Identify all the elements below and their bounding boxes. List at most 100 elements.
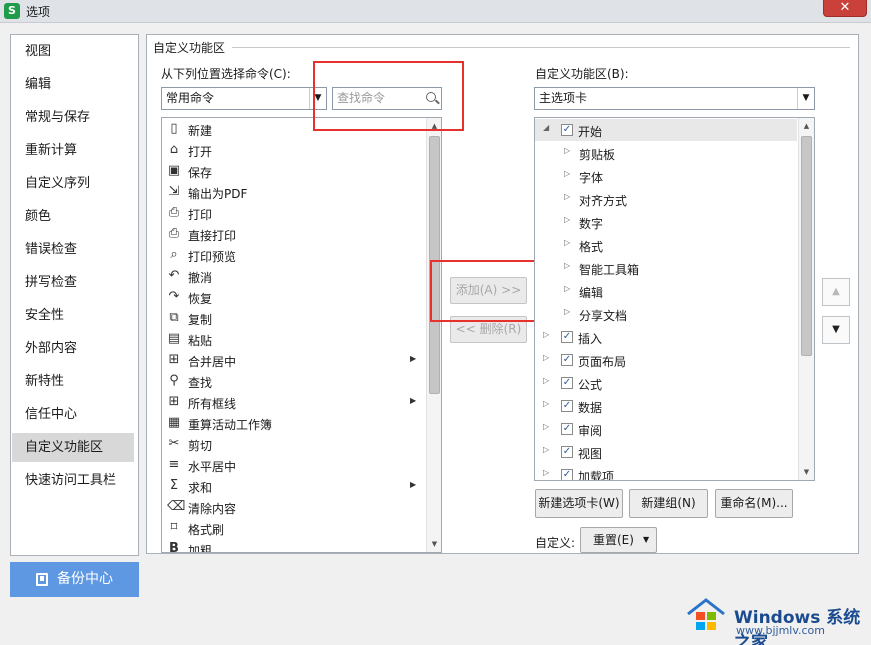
tab-checkbox[interactable]: ✓ (561, 400, 573, 412)
backup-center-label: 备份中心 (57, 571, 113, 587)
nav-item[interactable]: 常规与保存 (12, 103, 134, 132)
scroll-thumb[interactable] (801, 136, 812, 356)
expand-icon[interactable]: ▷ (564, 146, 570, 155)
ribbon-tab-node[interactable]: ▷ ✓ 插入 (535, 326, 797, 348)
expand-icon[interactable]: ▷ (564, 169, 570, 178)
ribbon-tab-node[interactable]: ▷ ✓ 页面布局 (535, 349, 797, 371)
command-item[interactable]: ▣ 保存 (162, 161, 424, 182)
expand-icon[interactable]: ▷ (543, 353, 549, 362)
command-label: 新建 (188, 124, 213, 138)
command-list[interactable]: ▲ ▼ ▯ 新建 ⌂ 打开 ▣ 保存 ⇲ 输出为PDF ⎙ 打印 ⎙ 直接打印 ⌕ 打印预览 ↶ 撤消 ↷ 恢复 ⧉… (161, 117, 442, 553)
ribbon-group-node[interactable]: ▷ 剪贴板 (535, 142, 797, 164)
nav-item[interactable]: 视图 (12, 37, 134, 66)
ribbon-tab-node[interactable]: ◢ ✓ 开始 (535, 119, 797, 141)
command-item[interactable]: ⌑ 格式刷 (162, 518, 424, 539)
command-item[interactable]: ⊞ 所有框线 ▶ (162, 392, 424, 413)
nav-item[interactable]: 自定义序列 (12, 169, 134, 198)
ribbon-group-node[interactable]: ▷ 格式 (535, 234, 797, 256)
rename-button[interactable]: 重命名(M)... (715, 489, 793, 518)
reset-dropdown-button[interactable]: 重置(E) ▼ (580, 527, 657, 553)
nav-item[interactable]: 信任中心 (12, 400, 134, 429)
ribbon-tab-node[interactable]: ▷ ✓ 公式 (535, 372, 797, 394)
command-item[interactable]: ⎙ 直接打印 (162, 224, 424, 245)
expand-icon[interactable]: ▷ (543, 399, 549, 408)
chevron-down-icon[interactable]: ▼ (797, 88, 814, 109)
nav-item[interactable]: 自定义功能区 (12, 433, 134, 462)
nav-item[interactable]: 编辑 (12, 70, 134, 99)
customize-label: 自定义: (535, 536, 576, 550)
command-item[interactable]: ↷ 恢复 (162, 287, 424, 308)
command-item[interactable]: ⊞ 合并居中 ▶ (162, 350, 424, 371)
command-item[interactable]: ▤ 粘贴 (162, 329, 424, 350)
expand-icon[interactable]: ▷ (543, 422, 549, 431)
expand-icon[interactable]: ▷ (543, 468, 549, 477)
ribbon-tab-node[interactable]: ▷ ✓ 数据 (535, 395, 797, 417)
move-up-button[interactable]: ▲ (822, 278, 850, 306)
ribbon-group-node[interactable]: ▷ 字体 (535, 165, 797, 187)
command-item[interactable]: Σ 求和 ▶ (162, 476, 424, 497)
ribbon-tree-scrollbar[interactable]: ▲ ▼ (798, 118, 814, 480)
scroll-up-icon[interactable]: ▲ (799, 118, 814, 134)
move-down-button[interactable]: ▼ (822, 316, 850, 344)
undo-icon: ↶ (168, 268, 180, 283)
nav-item[interactable]: 错误检查 (12, 235, 134, 264)
ribbon-tree[interactable]: ▲ ▼ ◢ ✓ 开始 ▷ 剪贴板 ▷ 字体 ▷ 对齐方式 ▷ 数字 ▷ 格式 ▷ 智能工具箱 ▷ 编辑 ▷ 分享文档… (534, 117, 815, 481)
ribbon-group-node[interactable]: ▷ 对齐方式 (535, 188, 797, 210)
nav-item[interactable]: 安全性 (12, 301, 134, 330)
command-item[interactable]: ⌂ 打开 (162, 140, 424, 161)
ribbon-group-node[interactable]: ▷ 智能工具箱 (535, 257, 797, 279)
expand-icon[interactable]: ▷ (543, 445, 549, 454)
format-painter-icon: ⌑ (170, 520, 178, 535)
command-source-select[interactable]: 常用命令 ▼ (161, 87, 327, 110)
watermark-url: www.bjjmlv.com (736, 624, 825, 637)
expand-icon[interactable]: ▷ (543, 376, 549, 385)
command-item[interactable]: ▦ 重算活动工作簿 (162, 413, 424, 434)
nav-item[interactable]: 拼写检查 (12, 268, 134, 297)
ribbon-group-node[interactable]: ▷ 分享文档 (535, 303, 797, 325)
expand-icon[interactable]: ▷ (564, 215, 570, 224)
ribbon-tab-node[interactable]: ▷ ✓ 视图 (535, 441, 797, 463)
tab-checkbox[interactable]: ✓ (561, 446, 573, 458)
nav-item[interactable]: 重新计算 (12, 136, 134, 165)
ribbon-group-node[interactable]: ▷ 数字 (535, 211, 797, 233)
expand-icon[interactable]: ▷ (564, 284, 570, 293)
expand-icon[interactable]: ▷ (564, 261, 570, 270)
command-item[interactable]: ↶ 撤消 (162, 266, 424, 287)
tree-node-label: 格式 (579, 240, 604, 254)
ribbon-tab-node[interactable]: ▷ ✓ 审阅 (535, 418, 797, 440)
expand-icon[interactable]: ▷ (543, 330, 549, 339)
new-group-button[interactable]: 新建组(N) (629, 489, 708, 518)
expand-icon[interactable]: ▷ (564, 238, 570, 247)
scroll-down-icon[interactable]: ▼ (799, 464, 814, 480)
command-item[interactable]: ✂ 剪切 (162, 434, 424, 455)
new-tab-button[interactable]: 新建选项卡(W) (535, 489, 623, 518)
tab-checkbox[interactable]: ✓ (561, 469, 573, 480)
nav-item[interactable]: 快速访问工具栏 (12, 466, 134, 495)
command-item[interactable]: ⌫ 清除内容 (162, 497, 424, 518)
command-item[interactable]: ⚲ 查找 (162, 371, 424, 392)
command-item[interactable]: ⇲ 输出为PDF (162, 182, 424, 203)
scroll-down-icon[interactable]: ▼ (427, 536, 441, 552)
ribbon-tabs-select[interactable]: 主选项卡 ▼ (534, 87, 815, 110)
command-item[interactable]: ⎙ 打印 (162, 203, 424, 224)
collapse-icon[interactable]: ◢ (543, 123, 549, 132)
tab-checkbox[interactable]: ✓ (561, 377, 573, 389)
tab-checkbox[interactable]: ✓ (561, 331, 573, 343)
ribbon-group-node[interactable]: ▷ 编辑 (535, 280, 797, 302)
command-item[interactable]: B 加粗 (162, 539, 424, 553)
tab-checkbox[interactable]: ✓ (561, 354, 573, 366)
tab-checkbox[interactable]: ✓ (561, 124, 573, 136)
command-list-scrollbar[interactable]: ▲ ▼ (426, 118, 441, 552)
backup-center-button[interactable]: 备份中心 (10, 562, 139, 597)
ribbon-tab-node[interactable]: ▷ ✓ 加载项 (535, 464, 797, 480)
command-item[interactable]: ≡ 水平居中 (162, 455, 424, 476)
tab-checkbox[interactable]: ✓ (561, 423, 573, 435)
nav-item[interactable]: 颜色 (12, 202, 134, 231)
nav-item[interactable]: 外部内容 (12, 334, 134, 363)
expand-icon[interactable]: ▷ (564, 307, 570, 316)
nav-item[interactable]: 新特性 (12, 367, 134, 396)
command-item[interactable]: ⧉ 复制 (162, 308, 424, 329)
expand-icon[interactable]: ▷ (564, 192, 570, 201)
close-button[interactable]: ✕ (823, 0, 867, 17)
command-item[interactable]: ⌕ 打印预览 (162, 245, 424, 266)
